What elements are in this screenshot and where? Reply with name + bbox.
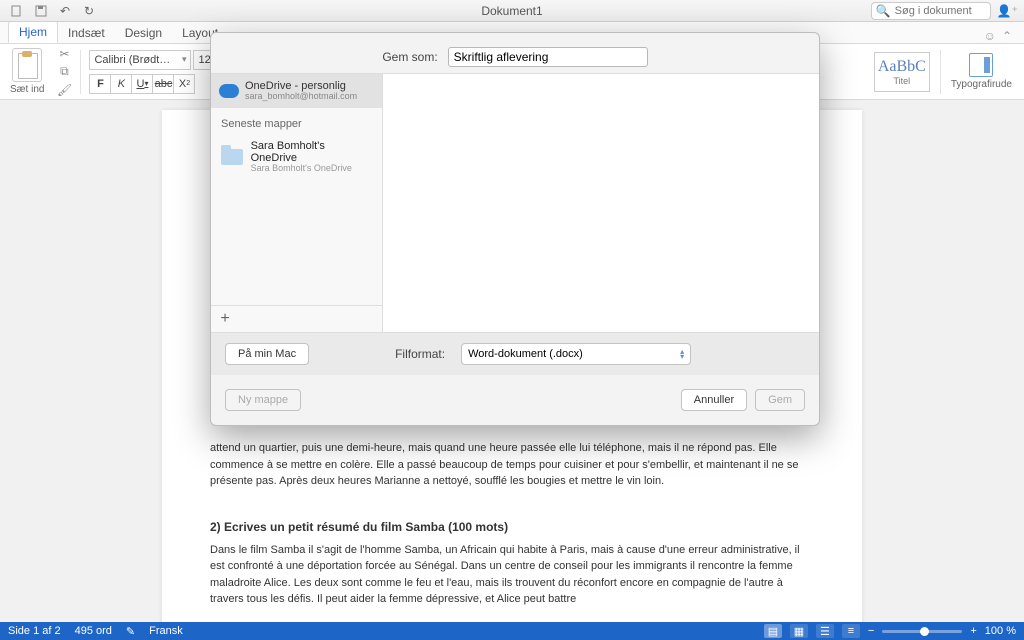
copy-icon[interactable]: ⧉ bbox=[56, 65, 72, 79]
onedrive-account[interactable]: OneDrive - personlig sara_bomholt@hotmai… bbox=[211, 74, 382, 108]
titlebar: ↶ ↻ Dokument1 🔍 👤⁺ bbox=[0, 0, 1024, 22]
status-bar: Side 1 af 2 495 ord ✎ Fransk ▤ ▦ ☰ ≡ − +… bbox=[0, 622, 1024, 640]
qat-redo-icon[interactable]: ↻ bbox=[78, 2, 100, 20]
font-group: Calibri (Brødt…▾ 12▾ F K U ▾ abc X2 bbox=[89, 50, 227, 94]
quick-access-toolbar: ↶ ↻ bbox=[6, 2, 100, 20]
save-dialog: Gem som: OneDrive - personlig sara_bomho… bbox=[210, 32, 820, 426]
view-outline-icon[interactable]: ☰ bbox=[816, 624, 834, 638]
save-as-label: Gem som: bbox=[382, 50, 437, 64]
format-painter-icon[interactable]: 🖌 bbox=[56, 83, 72, 97]
zoom-out-button[interactable]: − bbox=[868, 625, 874, 637]
dialog-sidebar: OneDrive - personlig sara_bomholt@hotmai… bbox=[211, 74, 383, 332]
subscript-button[interactable]: X2 bbox=[173, 74, 195, 94]
clipboard-group: Sæt ind bbox=[6, 48, 48, 95]
on-my-mac-button[interactable]: På min Mac bbox=[225, 343, 309, 365]
recent-folders-header: Seneste mapper bbox=[211, 108, 382, 134]
search-box[interactable]: 🔍 bbox=[871, 2, 991, 20]
tab-home[interactable]: Hjem bbox=[8, 21, 58, 43]
styles-pane-button[interactable]: Typografirude bbox=[951, 53, 1012, 90]
feedback-icon[interactable]: ☺ bbox=[984, 29, 996, 43]
view-web-layout-icon[interactable]: ▦ bbox=[790, 624, 808, 638]
qat-undo-icon[interactable]: ↶ bbox=[54, 2, 76, 20]
dialog-file-list[interactable] bbox=[383, 74, 819, 332]
paste-label: Sæt ind bbox=[10, 84, 44, 95]
share-icon[interactable]: 👤⁺ bbox=[997, 4, 1018, 18]
chevron-down-icon: ▾ bbox=[182, 54, 187, 65]
heading: 2) Ecrives un petit résumé du film Samba… bbox=[210, 518, 814, 536]
new-folder-button[interactable]: Ny mappe bbox=[225, 389, 301, 411]
italic-button[interactable]: K bbox=[110, 74, 132, 94]
underline-button[interactable]: U ▾ bbox=[131, 74, 153, 94]
qat-save-icon[interactable] bbox=[30, 2, 52, 20]
zoom-slider[interactable] bbox=[882, 630, 962, 633]
zoom-in-button[interactable]: + bbox=[970, 625, 976, 637]
language-status[interactable]: Fransk bbox=[149, 625, 183, 637]
save-button[interactable]: Gem bbox=[755, 389, 805, 411]
view-draft-icon[interactable]: ≡ bbox=[842, 624, 860, 638]
folder-icon bbox=[221, 149, 243, 165]
collapse-ribbon-icon[interactable]: ⌃ bbox=[1002, 29, 1012, 43]
search-input[interactable] bbox=[895, 5, 975, 17]
add-location-button[interactable]: + bbox=[215, 310, 235, 328]
clipboard-side: ✂ ⧉ 🖌 bbox=[54, 47, 72, 97]
body-text: attend un quartier, puis une demi-heure,… bbox=[210, 440, 814, 490]
tab-insert[interactable]: Indsæt bbox=[58, 23, 115, 43]
dialog-format-row: På min Mac Filformat: Word-dokument (.do… bbox=[211, 333, 819, 375]
strikethrough-button[interactable]: abc bbox=[152, 74, 174, 94]
zoom-level[interactable]: 100 % bbox=[985, 625, 1016, 637]
spellcheck-icon[interactable]: ✎ bbox=[126, 625, 135, 638]
file-format-select[interactable]: Word-dokument (.docx) ▴▾ bbox=[461, 343, 691, 365]
recent-folder-item[interactable]: Sara Bomholt's OneDrive Sara Bomholt's O… bbox=[211, 134, 382, 180]
word-count[interactable]: 495 ord bbox=[75, 625, 112, 637]
view-print-layout-icon[interactable]: ▤ bbox=[764, 624, 782, 638]
qat-new-icon[interactable] bbox=[6, 2, 28, 20]
cancel-button[interactable]: Annuller bbox=[681, 389, 747, 411]
updown-icon: ▴▾ bbox=[680, 349, 684, 359]
search-icon: 🔍 bbox=[876, 4, 891, 18]
body-text: Dans le film Samba il s'agit de l'homme … bbox=[210, 542, 814, 608]
cut-icon[interactable]: ✂ bbox=[56, 47, 72, 61]
tab-design[interactable]: Design bbox=[115, 23, 172, 43]
style-title[interactable]: AaBbC Titel bbox=[874, 52, 930, 92]
bold-button[interactable]: F bbox=[89, 74, 111, 94]
paste-button[interactable] bbox=[12, 48, 42, 82]
font-name-combo[interactable]: Calibri (Brødt…▾ bbox=[89, 50, 191, 70]
cloud-icon bbox=[219, 84, 239, 98]
chevron-down-icon: ▾ bbox=[144, 79, 148, 88]
filename-input[interactable] bbox=[448, 47, 648, 67]
file-format-label: Filformat: bbox=[395, 347, 445, 361]
page-status[interactable]: Side 1 af 2 bbox=[8, 625, 61, 637]
pane-icon bbox=[969, 53, 993, 77]
